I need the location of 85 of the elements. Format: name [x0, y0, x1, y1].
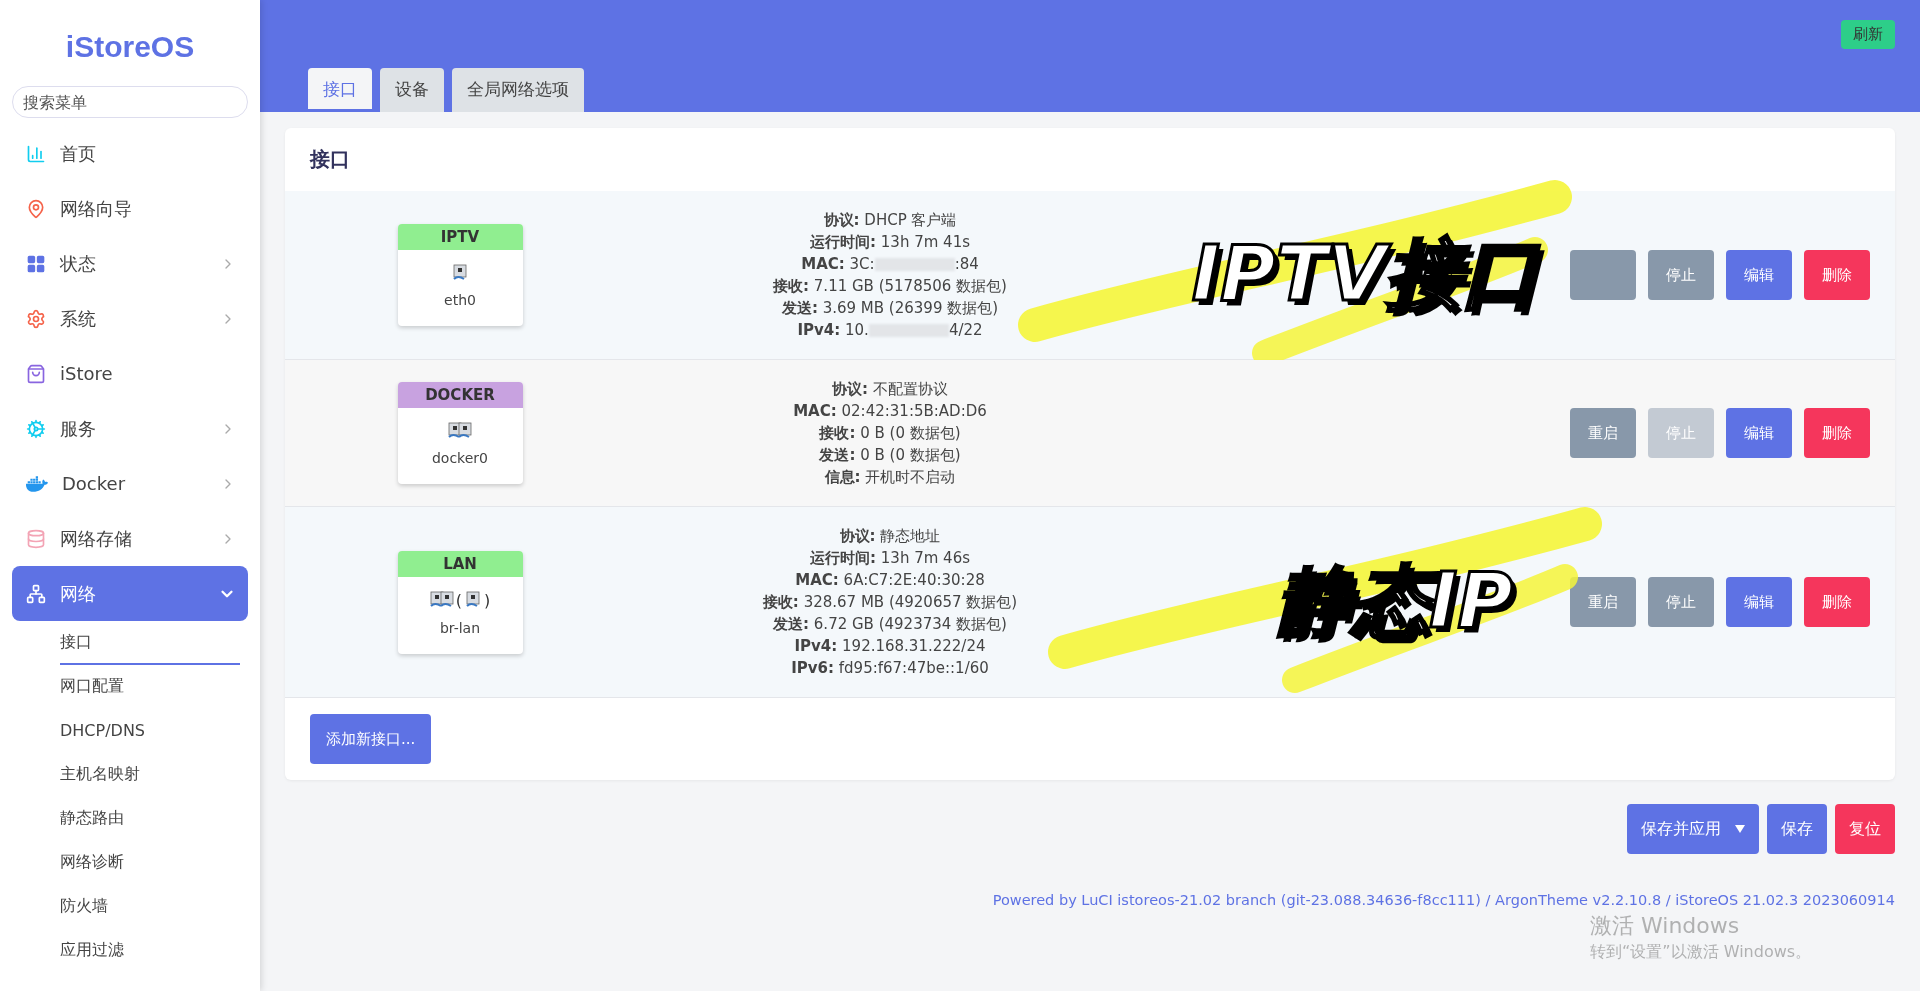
sidebar-item-label: 首页	[60, 141, 97, 166]
sidebar-subitem[interactable]: 应用过滤	[60, 929, 240, 973]
search-field[interactable]: 搜索菜单	[12, 86, 248, 118]
activation-notice: 转到“设置”以激活 Windows。	[1590, 941, 1812, 963]
sidebar-subitem[interactable]: 防火墙	[60, 885, 240, 929]
network-icon	[26, 583, 46, 604]
sidebar-subitem[interactable]: 静态路由	[60, 797, 240, 841]
sidebar-item[interactable]: 网络存储	[12, 511, 248, 566]
restart-button[interactable]	[1570, 250, 1636, 300]
reset-button[interactable]: 复位	[1835, 804, 1895, 854]
sidebar-item[interactable]: Docker	[12, 456, 248, 511]
device-name: docker0	[431, 450, 488, 466]
sidebar-item-label: 网络向导	[60, 196, 133, 221]
info-line: 协议: 静态地址	[839, 526, 941, 547]
sidebar-item[interactable]: 网络	[12, 566, 248, 621]
info-line: 发送: 0 B (0 数据包)	[819, 445, 961, 466]
settings-icon	[26, 308, 46, 329]
sidebar-item-label: 网络存储	[60, 526, 133, 551]
edit-button[interactable]: 编辑	[1726, 250, 1792, 300]
add-interface-button[interactable]: 添加新接口...	[310, 714, 432, 764]
tab[interactable]: 设备	[380, 68, 444, 112]
save-button[interactable]: 保存	[1767, 804, 1827, 854]
info-line: 协议: 不配置协议	[832, 379, 948, 400]
info-line: 接收: 7.11 GB (5178506 数据包)	[773, 276, 1007, 297]
chart-icon	[26, 143, 46, 164]
dashboard-icon	[26, 253, 46, 274]
paren: (	[455, 590, 462, 610]
info-line: IPv6: fd95:f67:47be::1/60	[791, 658, 989, 679]
paren: )	[484, 590, 491, 610]
network-port-icon	[451, 264, 469, 282]
network-port-icon	[464, 591, 482, 609]
sidebar-item-label: 系统	[60, 306, 97, 331]
info-line: MAC: 6A:C7:2E:40:30:28	[795, 570, 985, 591]
sidebar-item[interactable]: 首页	[12, 126, 248, 181]
database-icon	[26, 528, 46, 549]
info-line: MAC: 02:42:31:5B:AD:D6	[793, 401, 987, 422]
edit-button[interactable]: 编辑	[1726, 408, 1792, 458]
interface-name: LAN	[397, 550, 523, 577]
gears-icon	[26, 418, 46, 439]
tab[interactable]: 接口	[308, 68, 372, 112]
sidebar-subitem[interactable]: 接口	[60, 621, 240, 665]
info-line: 运行时间: 13h 7m 46s	[810, 548, 970, 569]
sidebar-item[interactable]: 网络向导	[12, 181, 248, 236]
sidebar-item-label: 状态	[60, 251, 97, 276]
activation-notice: 激活 Windows	[1590, 912, 1741, 940]
sidebar-subitem[interactable]: 网口配置	[60, 665, 240, 709]
info-line: 发送: 6.72 GB (4923734 数据包)	[773, 614, 1007, 635]
sidebar-subitem[interactable]: 网络诊断	[60, 841, 240, 885]
sidebar-item-label: 服务	[60, 416, 97, 441]
map-pin-icon	[26, 198, 46, 219]
delete-button[interactable]: 删除	[1804, 577, 1870, 627]
bag-icon	[26, 363, 46, 384]
sidebar-item[interactable]: 系统	[12, 291, 248, 346]
info-line: 发送: 3.69 MB (26399 数据包)	[781, 298, 999, 319]
delete-button[interactable]: 删除	[1804, 250, 1870, 300]
info-line: 信息: 开机时不启动	[824, 467, 956, 488]
delete-button[interactable]: 删除	[1804, 408, 1870, 458]
refresh-button[interactable]: 刷新	[1841, 20, 1895, 49]
edit-button[interactable]: 编辑	[1726, 577, 1792, 627]
interface-name: DOCKER	[397, 382, 523, 408]
network-ports-icon	[429, 591, 454, 609]
brand-logo: iStoreOS	[64, 30, 196, 64]
apply-button[interactable]: 保存并应用	[1627, 804, 1759, 854]
info-line: 接收: 0 B (0 数据包)	[819, 423, 961, 444]
footer-text: Powered by LuCI istoreos-21.02 branch (git-23.088.34636-f8cc111) / ArgonTheme v2.2.10.8 / iStoreOS 21.02.3 2023060914	[991, 892, 1895, 908]
sidebar-item[interactable]: 状态	[12, 236, 248, 291]
info-line: IPv4: 192.168.31.222/24	[794, 636, 986, 657]
card-title: 接口	[308, 146, 351, 173]
device-name: eth0	[444, 292, 476, 308]
sidebar-item-label: iStore	[60, 363, 114, 384]
sidebar-subitem[interactable]: 主机名映射	[60, 753, 240, 797]
info-line: 协议: DHCP 客户端	[823, 210, 957, 231]
interface-name: IPTV	[397, 224, 523, 250]
info-line: MAC: 3C: :84	[801, 254, 979, 275]
info-line: IPv4: 10. 4/22	[797, 320, 983, 341]
sidebar-subitem[interactable]: DHCP/DNS	[60, 709, 240, 753]
sidebar-item-label: 网络	[60, 581, 97, 606]
sidebar-item[interactable]: iStore	[12, 346, 248, 401]
info-line: 运行时间: 13h 7m 41s	[810, 232, 970, 253]
info-line: 接收: 328.67 MB (4920657 数据包)	[762, 592, 1018, 613]
network-ports-icon	[448, 422, 472, 440]
tab[interactable]: 全局网络选项	[452, 68, 584, 112]
device-name: br-lan	[439, 619, 481, 636]
sidebar-item-label: Docker	[62, 473, 127, 494]
sidebar-item[interactable]: 服务	[12, 401, 248, 456]
